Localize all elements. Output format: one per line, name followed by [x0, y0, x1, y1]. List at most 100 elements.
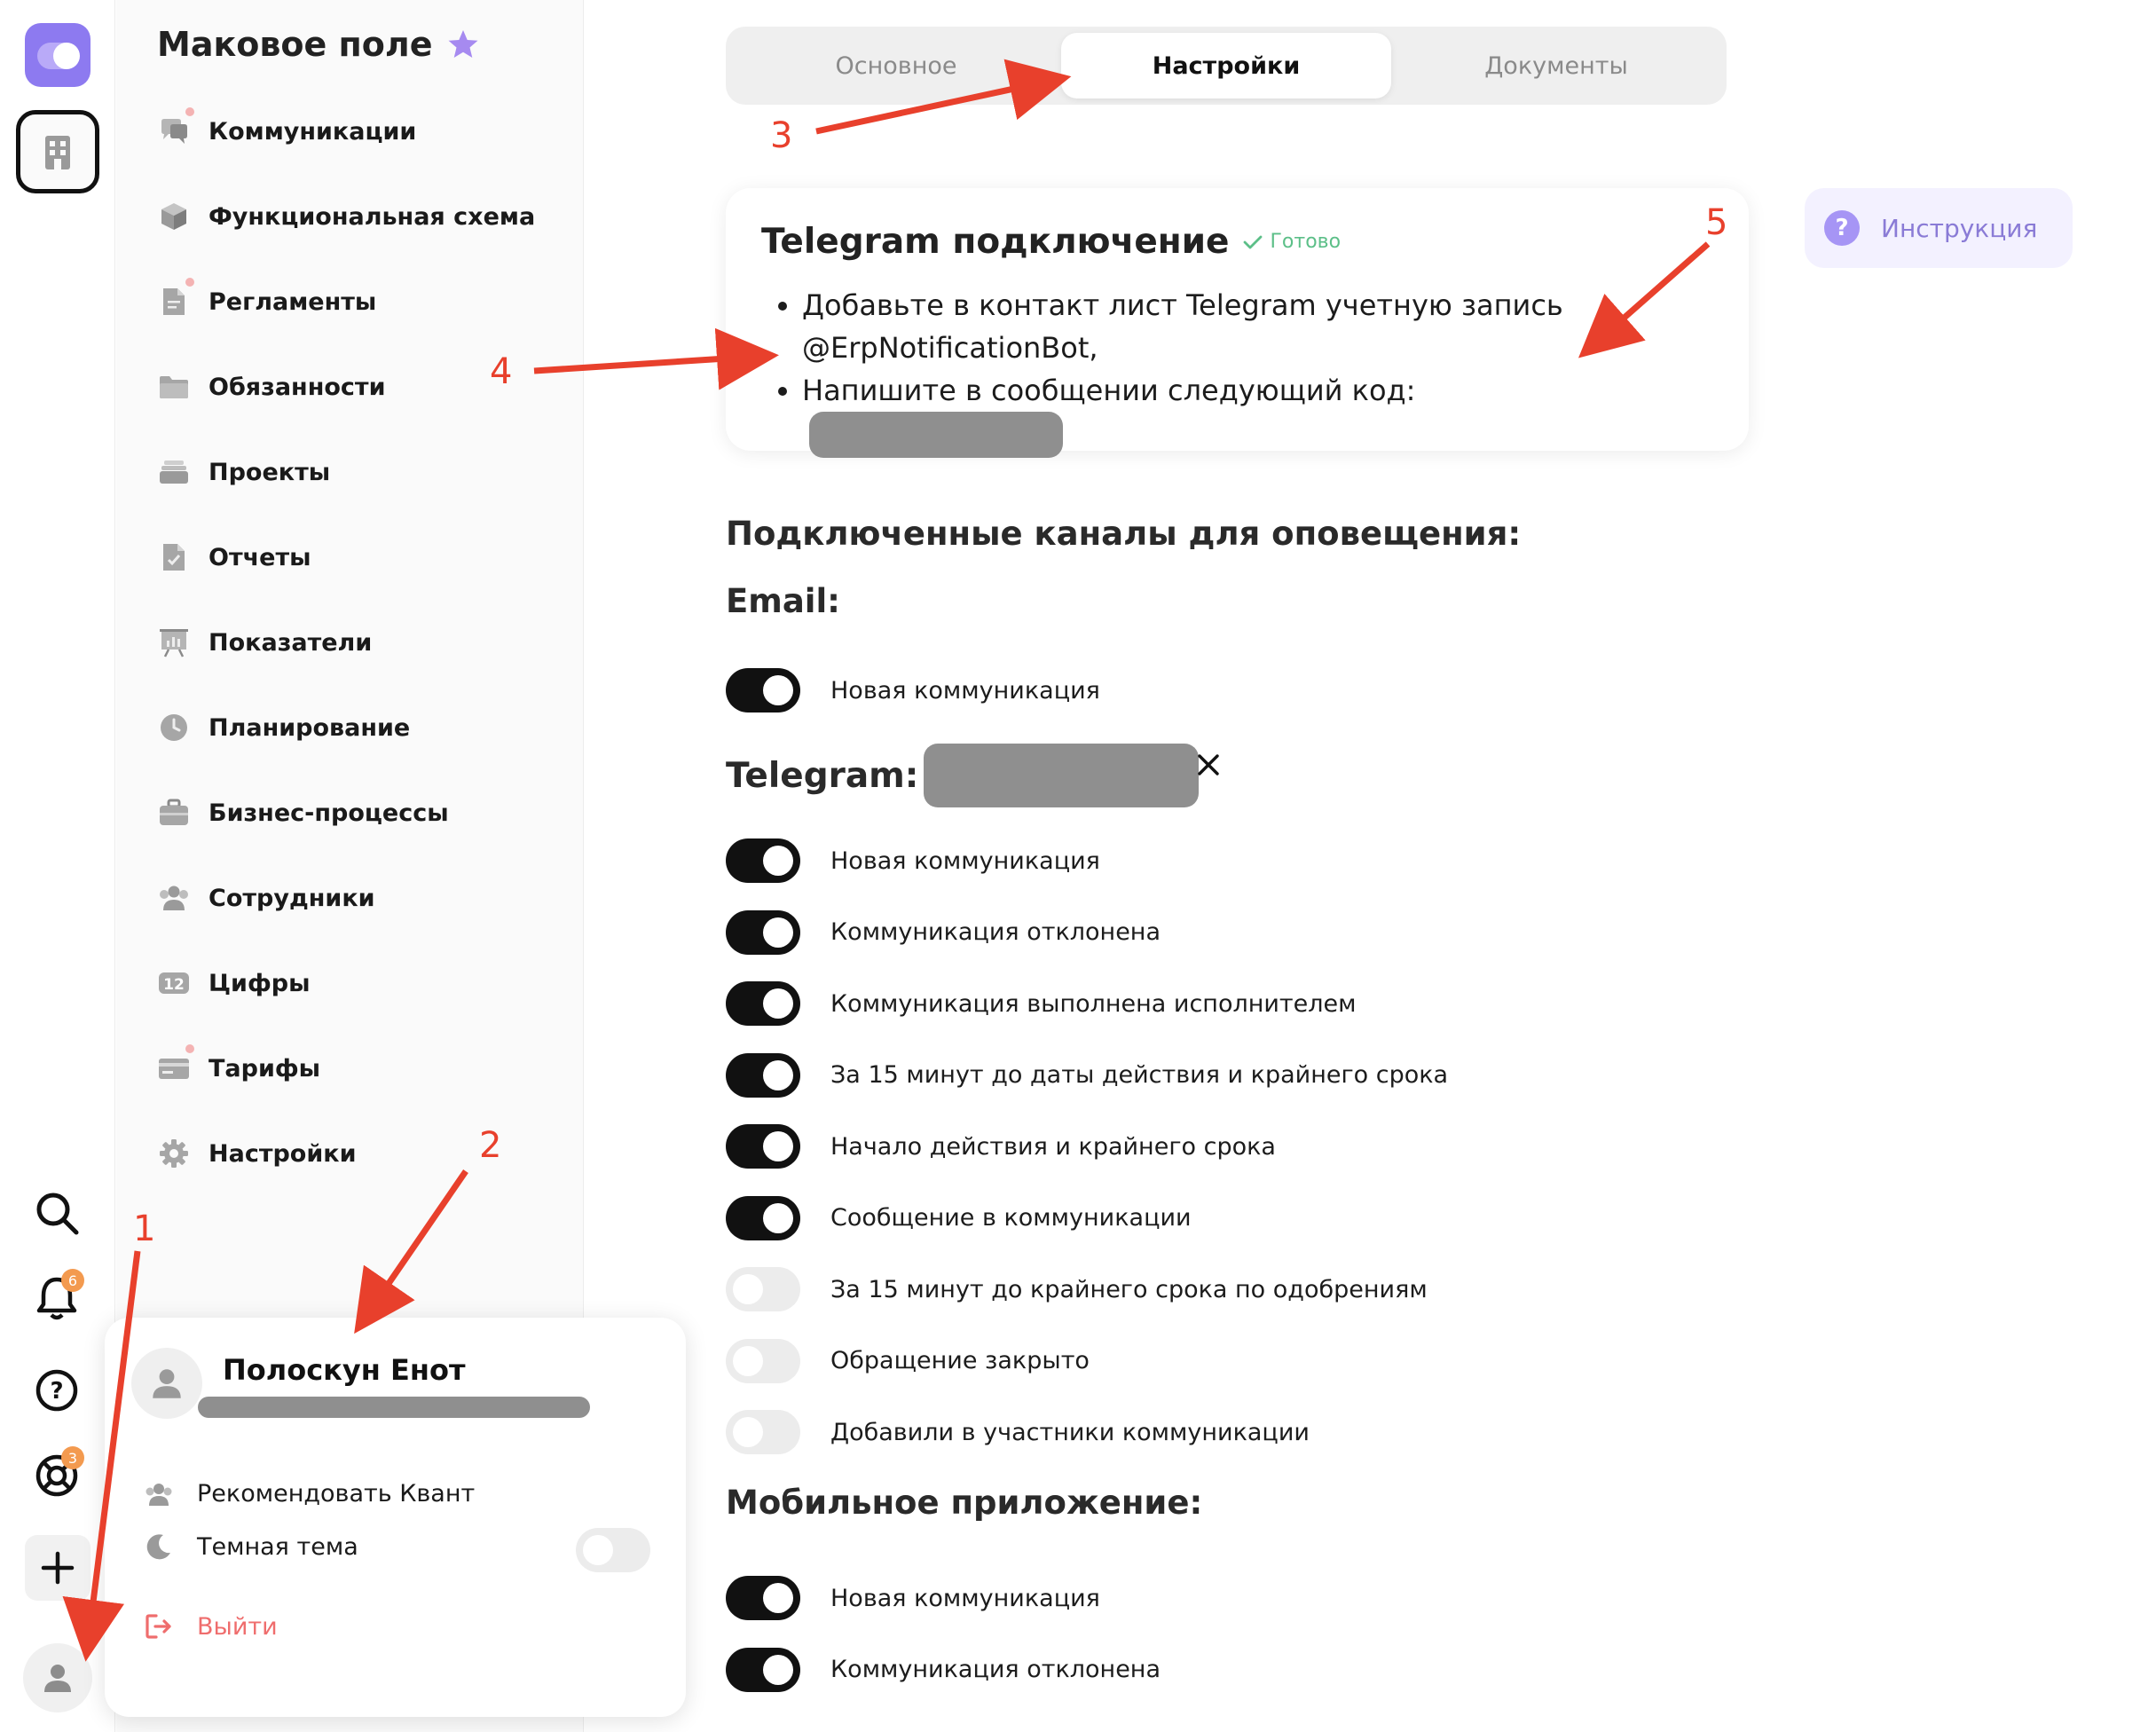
notification-label: Коммуникация отклонена [830, 918, 1161, 946]
notification-toggle[interactable] [726, 981, 800, 1026]
chat-icon [157, 107, 194, 148]
notification-toggle[interactable] [726, 1338, 800, 1383]
instruction-line-1: Добавьте в контакт лист Telegram учетную… [802, 284, 1663, 369]
sidebar-item-chat[interactable]: Коммуникации [157, 105, 416, 158]
company-building-icon[interactable] [16, 110, 99, 193]
channels-title: Подключенные каналы для оповещения: [726, 515, 1522, 553]
sidebar-item-folder[interactable]: Обязанности [157, 360, 385, 413]
telegram-code-masked [809, 412, 1063, 458]
sidebar-item-report[interactable]: Отчеты [157, 531, 311, 584]
notification-toggle[interactable] [726, 1267, 800, 1311]
notification-toggle[interactable] [726, 1647, 800, 1692]
support-lifebuoy-icon[interactable]: 3 [24, 1443, 90, 1508]
instruction-button[interactable]: ? Инструкция [1805, 188, 2073, 268]
user-avatar-button[interactable] [23, 1643, 92, 1712]
support-badge: 3 [61, 1446, 84, 1469]
sidebar-item-label: Планирование [209, 713, 411, 742]
help-circle-icon[interactable]: ? [24, 1358, 90, 1423]
recommend-button[interactable]: Рекомендовать Квант [144, 1480, 475, 1508]
annotation-3: 3 [770, 115, 793, 156]
unread-dot [185, 1044, 194, 1053]
presentation-icon [157, 626, 191, 659]
company-name: Маковое поле [157, 25, 480, 64]
sidebar-item-label: Бизнес-процессы [209, 799, 449, 827]
numbers-icon: 12 [157, 966, 191, 1000]
sidebar-item-people[interactable]: Сотрудники [157, 871, 375, 925]
sidebar-item-label: Проекты [209, 458, 331, 486]
user-name: Полоскун Енот [223, 1353, 466, 1387]
sidebar-item-label: Коммуникации [209, 117, 417, 146]
sidebar-item-label: Функциональная схема [209, 202, 536, 231]
search-icon[interactable] [24, 1180, 90, 1246]
notification-row: Новая коммуникация [726, 668, 1100, 712]
notification-label: Начало действия и крайнего срока [830, 1132, 1276, 1161]
sidebar-item-label: Регламенты [209, 287, 377, 316]
sidebar-item-briefcase[interactable]: Бизнес-процессы [157, 786, 449, 839]
notification-label: Новая коммуникация [830, 846, 1100, 875]
numbers-icon-text: 12 [163, 976, 185, 994]
notification-row: За 15 минут до даты действия и крайнего … [726, 1052, 1449, 1098]
app-rail: 6 ? 3 [0, 0, 115, 1732]
sidebar-item-label: Тарифы [209, 1054, 321, 1082]
sidebar-item-label: Обязанности [209, 373, 386, 401]
notification-toggle[interactable] [726, 1195, 800, 1240]
sidebar-item-numbers[interactable]: 12 Цифры [157, 957, 311, 1010]
dark-theme-row: Темная тема [144, 1531, 358, 1562]
bell-icon[interactable]: 6 [24, 1265, 90, 1331]
sidebar-item-presentation[interactable]: Показатели [157, 616, 372, 669]
notification-row: Обращение закрыто [726, 1338, 1090, 1383]
notification-row: Коммуникация отклонена [726, 909, 1161, 955]
cube-icon [157, 200, 191, 233]
telegram-connection-card: Telegram подключение Готово Добавьте в к… [726, 188, 1749, 458]
sidebar-item-label: Отчеты [209, 543, 311, 571]
notification-row: Коммуникация отклонена [726, 1647, 1161, 1692]
annotation-2: 2 [479, 1125, 502, 1166]
app-switch-toggle[interactable] [25, 23, 90, 87]
instruction-line-2: Напишите в сообщении следующий код: [802, 369, 1663, 458]
add-button[interactable] [25, 1535, 90, 1601]
sidebar-item-label: Сотрудники [209, 884, 375, 912]
notification-toggle[interactable] [726, 1410, 800, 1454]
report-icon [157, 540, 191, 574]
mobile-title: Мобильное приложение: [726, 1484, 1203, 1522]
notification-row: Сообщение в коммуникации [726, 1195, 1192, 1240]
tab-documents[interactable]: Документы [1391, 33, 1721, 98]
sidebar-item-stack[interactable]: Проекты [157, 445, 330, 499]
logout-button[interactable]: Выйти [144, 1611, 278, 1641]
svg-text:?: ? [50, 1378, 63, 1405]
briefcase-icon [157, 796, 191, 830]
notification-row: Коммуникация выполнена исполнителем [726, 981, 1357, 1026]
sidebar-item-label: Настройки [209, 1139, 357, 1168]
sidebar-item-label: Цифры [209, 969, 311, 997]
notification-toggle[interactable] [726, 909, 800, 955]
star-icon[interactable] [446, 28, 480, 61]
logout-icon [146, 1614, 171, 1639]
notification-toggle[interactable] [726, 1124, 800, 1169]
sidebar-item-card[interactable]: Тарифы [157, 1042, 320, 1095]
annotation-5: 5 [1705, 202, 1728, 243]
telegram-instructions: Добавьте в контакт лист Telegram учетную… [775, 284, 1663, 458]
notification-label: Сообщение в коммуникации [830, 1204, 1192, 1232]
dark-theme-toggle[interactable] [576, 1528, 650, 1572]
email-title: Email: [726, 582, 840, 620]
notification-toggle[interactable] [726, 1052, 800, 1098]
tab-settings[interactable]: Настройки [1061, 33, 1391, 98]
annotation-4: 4 [490, 351, 513, 392]
sidebar-item-clock[interactable]: Планирование [157, 701, 410, 754]
unread-dot [185, 278, 194, 287]
sidebar-item-cube[interactable]: Функциональная схема [157, 190, 535, 243]
sidebar-item-document[interactable]: Регламенты [157, 275, 376, 328]
notification-toggle[interactable] [726, 838, 800, 883]
notification-toggle[interactable] [726, 1576, 800, 1620]
tab-main[interactable]: Основное [731, 33, 1061, 98]
notification-label: За 15 минут до даты действия и крайнего … [830, 1061, 1449, 1089]
notification-label: Коммуникация отклонена [830, 1656, 1161, 1683]
sidebar-item-gear[interactable]: Настройки [157, 1127, 357, 1180]
clock-icon [157, 711, 191, 744]
notification-toggle[interactable] [726, 668, 800, 712]
disconnect-telegram-close-icon[interactable] [1192, 749, 1224, 781]
annotation-1: 1 [133, 1208, 156, 1249]
notification-row: Добавили в участники коммуникации [726, 1410, 1310, 1454]
card-icon [157, 1044, 194, 1085]
telegram-card-title: Telegram подключение Готово [761, 222, 1342, 262]
